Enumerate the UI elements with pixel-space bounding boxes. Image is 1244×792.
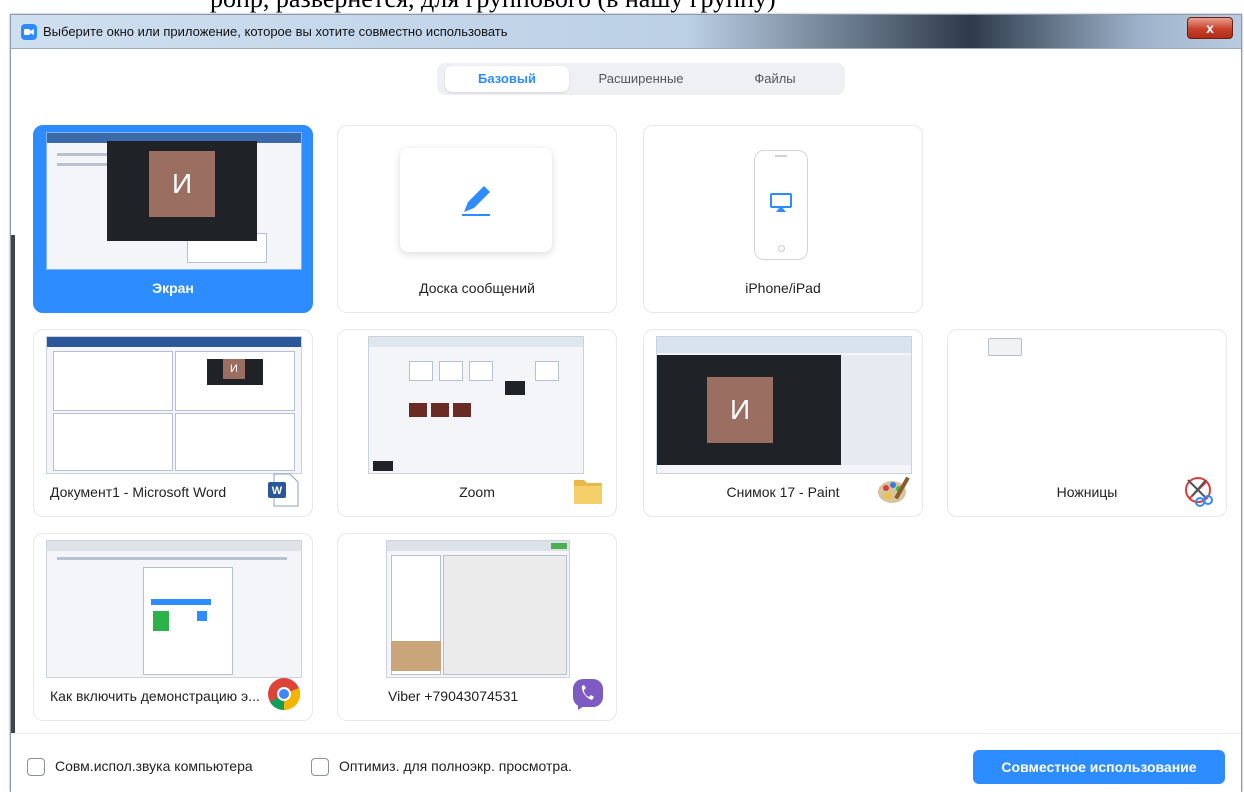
share-option-screen[interactable]: И Экран	[33, 125, 313, 313]
optimize-video-label: Оптимиз. для полноэкр. просмотра.	[339, 758, 572, 774]
airplay-icon	[770, 193, 792, 212]
share-option-label: Viber +79043074531	[388, 688, 519, 704]
share-option-zoom[interactable]: Zoom	[337, 329, 617, 517]
chrome-icon	[268, 678, 301, 711]
word-icon: W	[268, 473, 299, 507]
viber-icon	[573, 679, 603, 710]
share-audio-checkbox[interactable]	[27, 758, 45, 776]
tab-files[interactable]: Файлы	[713, 66, 837, 92]
tab-basic[interactable]: Базовый	[445, 66, 569, 92]
scissors-icon	[1185, 477, 1213, 507]
share-option-paint[interactable]: И Снимок 17 - Paint	[643, 329, 923, 517]
share-option-label: Доска сообщений	[419, 280, 535, 296]
word-thumbnail: И	[46, 336, 302, 474]
share-option-whiteboard[interactable]: Доска сообщений	[337, 125, 617, 313]
title-bar: Выберите окно или приложение, которое вы…	[11, 15, 1241, 49]
avatar: И	[707, 377, 773, 443]
share-option-label: iPhone/iPad	[745, 280, 821, 296]
window-title: Выберите окно или приложение, которое вы…	[43, 24, 508, 39]
phone-preview	[754, 150, 808, 260]
optimize-video-checkbox[interactable]	[311, 758, 329, 776]
zoom-app-icon	[21, 24, 37, 40]
share-option-label: Экран	[152, 280, 194, 296]
screen-thumbnail: И	[46, 132, 302, 270]
viber-thumbnail	[386, 540, 570, 678]
share-tabs: Базовый Расширенные Файлы	[437, 63, 845, 95]
tab-advanced[interactable]: Расширенные	[579, 66, 703, 92]
bottom-bar: Совм.испол.звука компьютера Оптимиз. для…	[11, 733, 1241, 792]
close-button[interactable]: x	[1187, 17, 1233, 39]
share-option-scissors[interactable]: Ножницы	[947, 329, 1227, 517]
background-document-text: ропр, развернется, для группового (в наш…	[210, 0, 1110, 13]
avatar: И	[223, 359, 245, 379]
paint-thumbnail: И	[656, 336, 912, 474]
pencil-icon	[462, 186, 490, 216]
paint-palette-icon	[878, 476, 910, 503]
svg-text:W: W	[272, 485, 283, 497]
chrome-thumbnail	[46, 540, 302, 678]
share-option-word[interactable]: И Документ1 - Microsoft Word W	[33, 329, 313, 517]
snipping-tool-thumbnail	[988, 338, 1022, 356]
whiteboard-preview	[400, 148, 552, 252]
share-option-iphone[interactable]: iPhone/iPad	[643, 125, 923, 313]
share-option-label: Как включить демонстрацию э...	[50, 688, 260, 704]
folder-icon	[574, 480, 602, 504]
share-option-viber[interactable]: Viber +79043074531	[337, 533, 617, 721]
avatar: И	[149, 151, 215, 217]
share-option-label: Документ1 - Microsoft Word	[50, 484, 227, 500]
zoom-thumbnail	[368, 336, 584, 474]
share-screen-dialog: Выберите окно или приложение, которое вы…	[10, 14, 1242, 792]
share-option-chrome[interactable]: Как включить демонстрацию э...	[33, 533, 313, 721]
window-edge	[11, 235, 15, 792]
share-button[interactable]: Совместное использование	[973, 750, 1225, 784]
share-audio-label: Совм.испол.звука компьютера	[55, 758, 253, 774]
